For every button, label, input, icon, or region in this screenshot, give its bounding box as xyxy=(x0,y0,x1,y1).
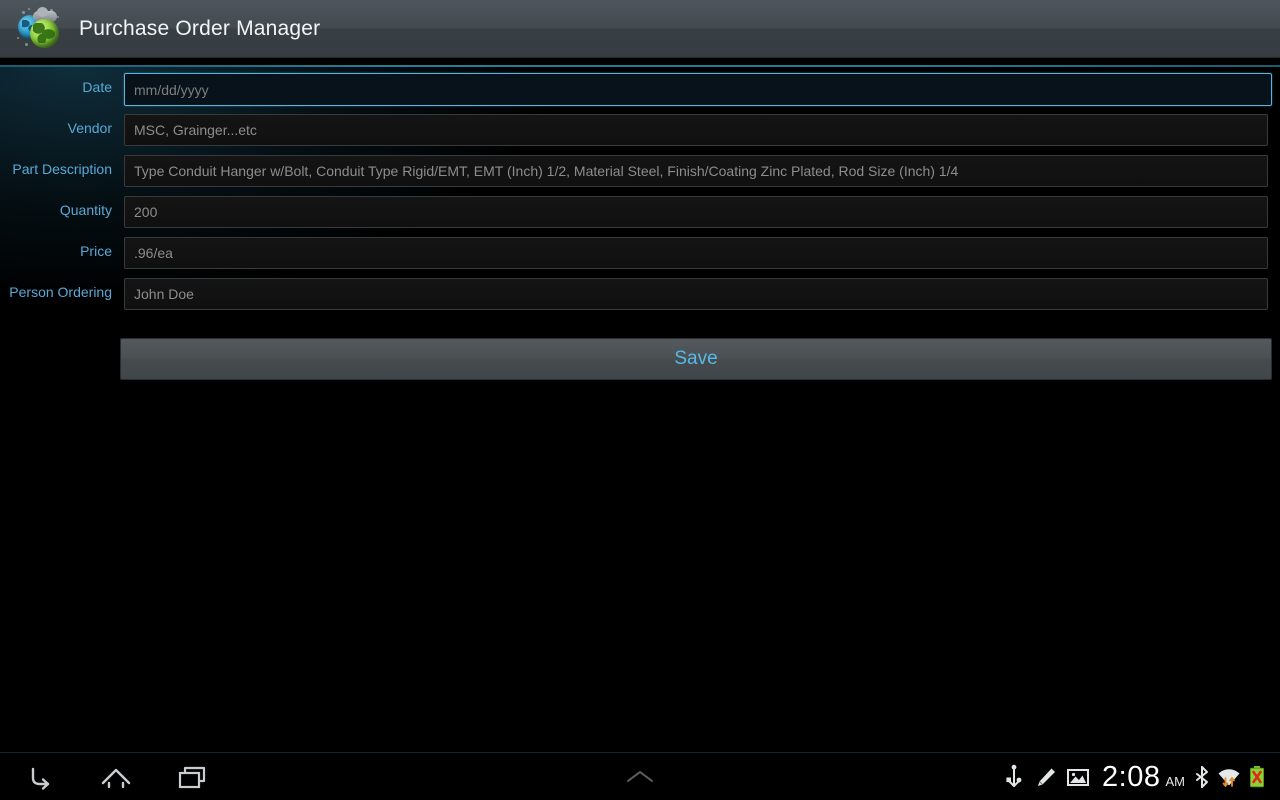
recent-apps-icon[interactable] xyxy=(168,755,216,799)
bluetooth-icon xyxy=(1190,755,1214,799)
purchase-order-form: Date mm/dd/yyyy Vendor MSC, Grainger...e… xyxy=(0,67,1280,752)
save-button-label: Save xyxy=(674,348,718,369)
form-row-part-description: Part Description Type Conduit Hanger w/B… xyxy=(0,155,1280,196)
person-ordering-input-value: John Doe xyxy=(134,286,194,302)
clock-ampm: AM xyxy=(1165,773,1186,789)
screenshot-icon xyxy=(1062,755,1094,799)
label-date: Date xyxy=(82,79,112,95)
quantity-input-value: 200 xyxy=(134,204,158,220)
vendor-input-value: MSC, Grainger...etc xyxy=(134,122,257,138)
label-quantity: Quantity xyxy=(59,202,112,218)
label-price: Price xyxy=(80,243,112,259)
navigation-buttons xyxy=(16,753,216,800)
form-row-date: Date mm/dd/yyyy xyxy=(0,73,1280,114)
back-icon[interactable] xyxy=(16,755,64,799)
vendor-input[interactable]: MSC, Grainger...etc xyxy=(124,114,1268,146)
form-row-quantity: Quantity 200 xyxy=(0,196,1280,237)
label-vendor: Vendor xyxy=(67,120,112,136)
label-person-ordering: Person Ordering xyxy=(9,284,112,300)
page-title: Purchase Order Manager xyxy=(79,16,321,40)
price-input[interactable]: .96/ea xyxy=(124,237,1268,269)
form-row-person-ordering: Person Ordering John Doe xyxy=(0,278,1280,319)
person-ordering-input[interactable]: John Doe xyxy=(124,278,1268,310)
usb-icon xyxy=(998,755,1030,799)
battery-icon xyxy=(1244,755,1270,799)
globe-app-icon xyxy=(16,6,64,51)
pencil-icon xyxy=(1030,755,1062,799)
part-description-input-value: Type Conduit Hanger w/Bolt, Conduit Type… xyxy=(134,163,959,179)
system-status-tray[interactable]: 2:08 AM xyxy=(998,753,1270,800)
status-clock: 2:08 AM xyxy=(1102,761,1185,794)
part-description-input[interactable]: Type Conduit Hanger w/Bolt, Conduit Type… xyxy=(124,155,1268,187)
quantity-input[interactable]: 200 xyxy=(124,196,1268,228)
chevron-up-icon[interactable] xyxy=(616,761,664,793)
wifi-icon xyxy=(1214,755,1244,799)
android-tablet-screen: Purchase Order Manager Date mm/dd/yyyy V… xyxy=(0,0,1280,800)
clock-time: 2:08 xyxy=(1102,760,1161,793)
home-icon[interactable] xyxy=(92,755,140,799)
app-title-bar: Purchase Order Manager xyxy=(0,0,1280,58)
label-part-description: Part Description xyxy=(12,161,112,177)
date-input[interactable]: mm/dd/yyyy xyxy=(124,73,1272,106)
android-system-bar: 2:08 AM xyxy=(0,752,1280,800)
save-button-container: Save xyxy=(0,338,1280,380)
form-row-vendor: Vendor MSC, Grainger...etc xyxy=(0,114,1280,155)
date-input-value: mm/dd/yyyy xyxy=(134,81,209,98)
save-button[interactable]: Save xyxy=(120,338,1272,380)
price-input-value: .96/ea xyxy=(134,245,173,261)
form-row-price: Price .96/ea xyxy=(0,237,1280,278)
